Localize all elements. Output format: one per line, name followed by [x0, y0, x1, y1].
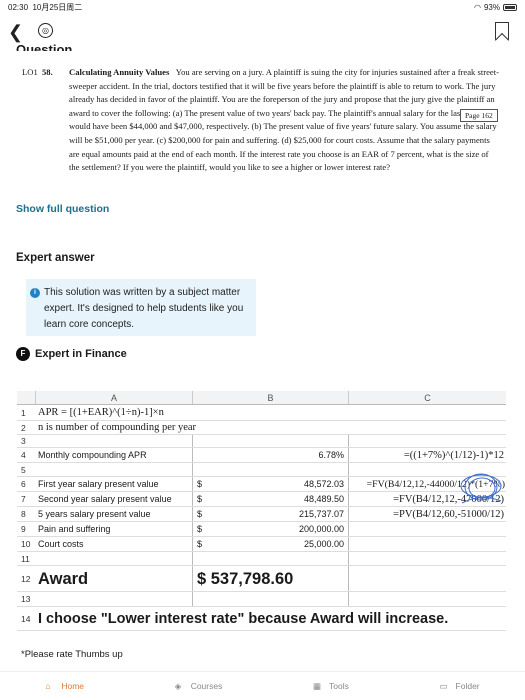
expert-subject: F Expert in Finance: [16, 347, 127, 361]
apr-formula-note: APR = [(1+EAR)^(1÷n)-1]×n: [38, 407, 164, 418]
five-year-label: 5 years salary present value: [36, 507, 193, 521]
court-costs-value: 25,000.00: [303, 539, 344, 549]
question-title: Calculating Annuity Values: [69, 67, 170, 77]
nav-courses-label: Courses: [190, 681, 223, 691]
pain-suffering-label: Pain and suffering: [36, 522, 193, 536]
folder-icon: ▭: [439, 681, 448, 691]
courses-icon: ◈: [174, 681, 182, 691]
five-year-value: 215,737.07: [298, 509, 344, 519]
nav-home-label: Home: [61, 681, 85, 691]
sheet-row-9: 9 Pain and suffering $200,000.00: [17, 522, 506, 537]
show-full-question-link[interactable]: Show full question: [16, 203, 109, 215]
status-time: 02:30: [8, 2, 29, 12]
nav-folder[interactable]: ▭ Folder: [440, 681, 480, 691]
sheet-row-10: 10 Court costs $25,000.00: [17, 537, 506, 552]
page-reference: Page 162: [460, 109, 498, 122]
wifi-icon: ◠: [474, 2, 481, 12]
notice-text: This solution was written by a subject m…: [44, 287, 244, 330]
compounding-note: n is number of compounding per year: [38, 422, 197, 433]
share-icon[interactable]: ◎: [38, 23, 53, 38]
sheet-row-14: 14 I choose "Lower interest rate" becaus…: [17, 607, 506, 631]
question-heading: Question: [16, 42, 73, 51]
learning-objective: LO1: [22, 67, 38, 77]
award-label: Award: [36, 566, 193, 591]
nav-tools[interactable]: ▦ Tools: [313, 681, 349, 691]
sheet-row-1: 1 APR = [(1+EAR)^(1÷n)-1]×n: [17, 405, 506, 421]
currency-symbol: $: [197, 539, 203, 549]
nav-courses[interactable]: ◈ Courses: [175, 681, 223, 691]
sheet-row-2: 2 n is number of compounding per year: [17, 421, 506, 435]
sheet-row-8: 8 5 years salary present value $215,737.…: [17, 507, 506, 522]
battery-percent: 93%: [483, 2, 500, 12]
column-a-header: A: [36, 391, 193, 404]
expert-answer-heading: Expert answer: [16, 252, 95, 264]
sheet-row-3: 3: [17, 435, 506, 448]
sheet-row-7: 7 Second year salary present value $48,4…: [17, 492, 506, 507]
sheet-row-5: 5: [17, 463, 506, 477]
question-body: You are serving on a jury. A plaintiff i…: [69, 67, 499, 173]
sheet-row-4: 4 Monthly compounding APR 6.78% =((1+7%)…: [17, 448, 506, 463]
conclusion-text: I choose "Lower interest rate" because A…: [38, 611, 449, 627]
currency-symbol: $: [197, 509, 203, 519]
bottom-nav: ⌂ Home ◈ Courses ▦ Tools ▭ Folder: [0, 671, 525, 700]
info-icon: i: [30, 288, 40, 298]
rate-note: *Please rate Thumbs up: [21, 649, 123, 660]
nav-folder-label: Folder: [455, 681, 480, 691]
sheet-row-11: 11: [17, 552, 506, 566]
top-bar: ❮ ◎: [0, 18, 525, 44]
monthly-apr-label: Monthly compounding APR: [36, 448, 193, 462]
currency-symbol: $: [197, 524, 203, 534]
status-date: 10月25日周二: [32, 2, 83, 12]
column-b-header: B: [193, 391, 349, 404]
home-icon: ⌂: [45, 681, 51, 691]
first-year-formula: =FV(B4/12,12,-44000/12)*(1+7%): [349, 473, 506, 504]
expert-notice: i This solution was written by a subject…: [26, 279, 256, 336]
select-all-corner: [17, 391, 36, 404]
expert-subject-label: Expert in Finance: [35, 348, 127, 360]
battery-icon: [503, 3, 517, 11]
sheet-row-6: 6 First year salary present value $48,57…: [17, 473, 506, 504]
monthly-apr-formula: =((1+7%)^(1/12)-1)*12: [403, 450, 504, 461]
bookmark-icon[interactable]: [495, 22, 509, 40]
sheet-row-13: 13: [17, 592, 506, 607]
tools-icon: ▦: [313, 681, 322, 691]
nav-tools-label: Tools: [329, 681, 349, 691]
spreadsheet-image: A B C 1 APR = [(1+EAR)^(1÷n)-1]×n 2 n is…: [17, 391, 506, 631]
second-year-value: 48,489.50: [303, 494, 344, 504]
status-bar: 02:30 10月25日周二 ◠ 93%: [0, 0, 525, 14]
award-value: $ 537,798.60: [193, 566, 349, 591]
question-text: LO1 58. Calculating Annuity Values You a…: [22, 64, 500, 175]
first-year-value: 48,572.03: [303, 479, 344, 489]
column-c-header: C: [424, 393, 431, 403]
sheet-row-12: 12 Award $ 537,798.60: [17, 566, 506, 592]
court-costs-label: Court costs: [36, 537, 193, 551]
currency-symbol: $: [197, 479, 203, 489]
question-number: 58.: [42, 67, 53, 77]
pain-suffering-value: 200,000.00: [298, 524, 344, 534]
finance-badge-icon: F: [16, 347, 30, 361]
handwritten-circle-scribble: [460, 473, 502, 504]
monthly-apr-value: 6.78%: [318, 450, 344, 460]
first-year-label: First year salary present value: [36, 477, 193, 491]
second-year-label: Second year salary present value: [36, 492, 193, 506]
nav-home[interactable]: ⌂ Home: [45, 681, 84, 691]
column-header-row: A B C: [17, 391, 506, 405]
currency-symbol: $: [197, 494, 203, 504]
